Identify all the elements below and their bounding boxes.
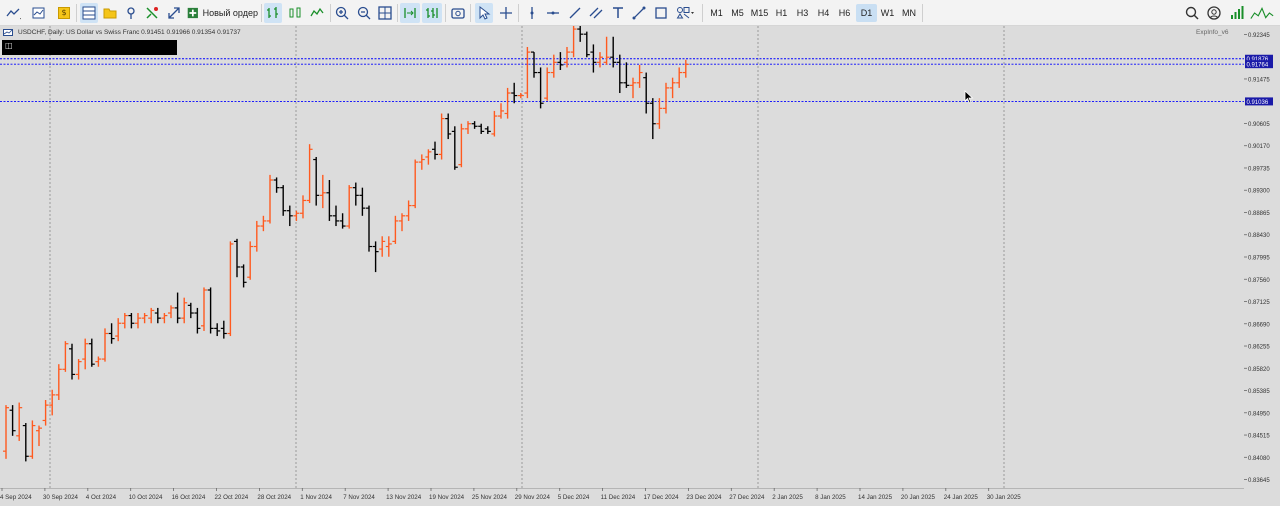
date-tick-label: 24 Jan 2025 — [944, 494, 979, 501]
price-tick-label: 0.88430 — [1248, 233, 1270, 239]
timeframe-h4[interactable]: H4 — [813, 4, 834, 22]
trade-panel[interactable]: ◫ — [2, 40, 177, 55]
horizontal-line-icon[interactable] — [544, 3, 562, 23]
price-tick-label: 0.86690 — [1248, 322, 1270, 328]
price-tick-label: 0.90605 — [1248, 122, 1270, 128]
tile-windows-icon[interactable] — [376, 3, 394, 23]
channel-icon[interactable] — [587, 3, 605, 23]
screenshot-icon[interactable] — [449, 3, 467, 23]
timeframe-d1[interactable]: D1 — [856, 4, 877, 22]
price-tick-label: 0.87125 — [1248, 300, 1270, 306]
candlestick-icon[interactable] — [286, 3, 304, 23]
price-tick-label: 0.84950 — [1248, 411, 1270, 417]
main-toolbar: $ Новый ордер M1 M5 M15 H1 H3 H4 H6 D1 W… — [0, 0, 1280, 26]
price-tick-label: 0.90170 — [1248, 144, 1270, 150]
date-tick-label: 29 Nov 2024 — [515, 494, 551, 501]
price-tick-label: 0.89735 — [1248, 166, 1270, 172]
date-tick-label: 23 Dec 2024 — [686, 494, 722, 501]
price-tick-label: 0.83645 — [1248, 478, 1270, 484]
date-tick-label: 13 Nov 2024 — [386, 494, 422, 501]
date-tick-label: 14 Jan 2025 — [858, 494, 893, 501]
line-chart-icon[interactable] — [308, 3, 326, 23]
algo-trading-icon[interactable] — [143, 3, 161, 23]
rectangle-tool-icon[interactable] — [652, 3, 670, 23]
chart-window[interactable]: 0.92345 0.91475 0.90605 0.90170 0.89735 0.893… — [0, 26, 1280, 506]
price-tick-label: 0.89300 — [1248, 189, 1270, 195]
indicator-label: ExpInfo_v6 — [1196, 29, 1229, 36]
date-tick-label: 7 Nov 2024 — [343, 494, 375, 501]
timeframe-mn[interactable]: MN — [898, 4, 920, 22]
date-tick-label: 5 Dec 2024 — [558, 494, 590, 501]
date-tick-label: 19 Nov 2024 — [429, 494, 465, 501]
price-tick-label: 0.87560 — [1248, 278, 1270, 284]
timeframe-m5[interactable]: M5 — [727, 4, 748, 22]
date-tick-label: 20 Jan 2025 — [901, 494, 936, 501]
timeframe-h1[interactable]: H1 — [771, 4, 792, 22]
new-order-icon — [187, 7, 198, 19]
chart-template-icon[interactable] — [27, 3, 51, 23]
zoom-in-icon[interactable] — [333, 3, 351, 23]
auto-scroll-icon[interactable] — [400, 3, 420, 23]
signals-icon[interactable] — [122, 3, 140, 23]
date-tick-label: 2 Jan 2025 — [772, 494, 803, 501]
zoom-out-icon[interactable] — [355, 3, 373, 23]
price-tick-label: 0.87995 — [1248, 256, 1270, 262]
account-icon[interactable] — [1206, 3, 1222, 23]
trendline-icon[interactable] — [566, 3, 584, 23]
shapes-menu-icon[interactable] — [673, 3, 699, 23]
vertical-line-icon[interactable] — [523, 3, 541, 23]
price-tick-label: 0.88865 — [1248, 211, 1270, 217]
price-tick-label: 0.85820 — [1248, 367, 1270, 373]
chart-shift-icon[interactable] — [422, 3, 442, 23]
connection-status-icon — [1248, 3, 1276, 23]
date-tick-label: 30 Sep 2024 — [43, 494, 79, 501]
chart-canvas[interactable]: 0.92345 0.91475 0.90605 0.90170 0.89735 0.893… — [0, 26, 1280, 506]
date-tick-label: 10 Oct 2024 — [129, 494, 163, 501]
timeframe-h6[interactable]: H6 — [834, 4, 855, 22]
date-tick-label: 8 Jan 2025 — [815, 494, 846, 501]
date-tick-label: 30 Jan 2025 — [987, 494, 1022, 501]
date-tick-label: 25 Nov 2024 — [472, 494, 508, 501]
date-tick-label: 27 Dec 2024 — [729, 494, 765, 501]
new-order-label: Новый ордер — [202, 8, 258, 18]
fibonacci-icon[interactable] — [630, 3, 648, 23]
symbol-info: USDCHF, Daily: US Dollar vs Swiss Franc … — [18, 29, 241, 36]
date-tick-label: 22 Oct 2024 — [215, 494, 249, 501]
price-level-label: 0.91036 — [1247, 100, 1269, 106]
timeframe-h3[interactable]: H3 — [792, 4, 813, 22]
signal-strength-icon[interactable] — [1229, 3, 1245, 23]
price-tick-label: 0.85385 — [1248, 389, 1270, 395]
symbol-chart-icon — [3, 29, 13, 36]
text-tool-icon[interactable] — [609, 3, 627, 23]
price-tick-label: 0.84515 — [1248, 434, 1270, 440]
price-tick-label: 0.86255 — [1248, 345, 1270, 351]
date-tick-label: 16 Oct 2024 — [172, 494, 206, 501]
bar-chart-icon[interactable] — [264, 3, 282, 23]
timeframe-w1[interactable]: W1 — [877, 4, 898, 22]
date-tick-label: 4 Oct 2024 — [86, 494, 117, 501]
date-tick-label: 28 Oct 2024 — [257, 494, 291, 501]
search-icon[interactable] — [1184, 3, 1200, 23]
date-tick-label: 11 Dec 2024 — [601, 494, 636, 501]
price-tick-label: 0.92345 — [1248, 33, 1270, 39]
crosshair-icon[interactable] — [497, 3, 515, 23]
date-tick-label: 17 Dec 2024 — [644, 494, 680, 501]
timeframe-m1[interactable]: M1 — [706, 4, 727, 22]
cursor-icon[interactable] — [475, 3, 493, 23]
date-tick-label: 4 Sep 2024 — [0, 494, 32, 501]
chart-type-icon[interactable] — [2, 3, 24, 23]
expand-icon[interactable] — [165, 3, 183, 23]
folder-icon[interactable] — [101, 3, 119, 23]
market-watch-icon[interactable] — [80, 3, 98, 23]
panel-restore-icon[interactable]: ◫ — [5, 41, 13, 50]
timeframe-m15[interactable]: M15 — [748, 4, 771, 22]
trade-icon[interactable]: $ — [55, 3, 73, 23]
price-tick-label: 0.84080 — [1248, 456, 1270, 462]
price-level-label: 0.91764 — [1247, 63, 1269, 69]
mouse-cursor-icon — [964, 90, 974, 104]
price-tick-label: 0.91475 — [1248, 77, 1270, 83]
new-order-button[interactable]: Новый ордер — [186, 3, 258, 23]
date-tick-label: 1 Nov 2024 — [300, 494, 332, 501]
